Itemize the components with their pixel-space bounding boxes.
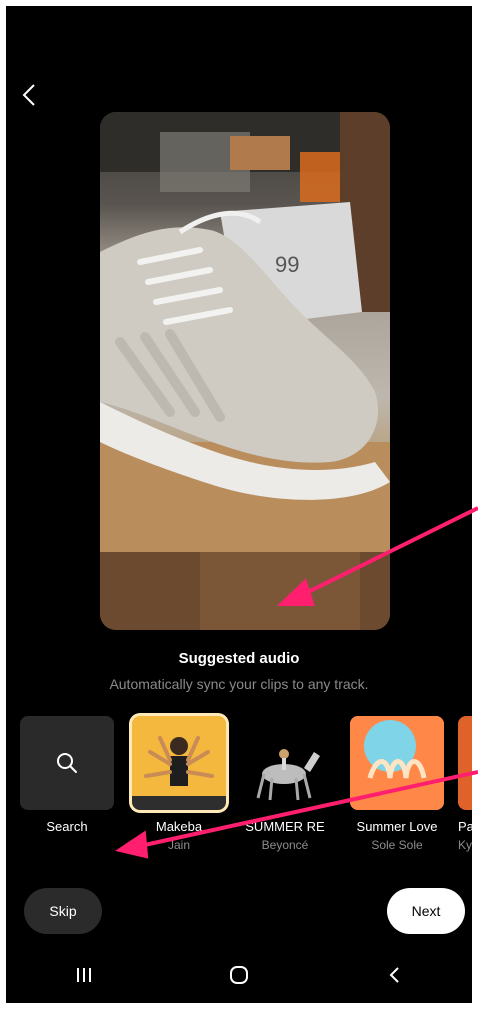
album-art — [350, 716, 444, 810]
track-artist: Sole Sole — [371, 838, 423, 852]
suggested-audio-subtitle: Automatically sync your clips to any tra… — [109, 676, 369, 692]
track-name: Makeba — [155, 819, 203, 834]
home-button[interactable] — [209, 955, 269, 995]
search-tile[interactable] — [20, 716, 114, 810]
track-summer-re[interactable]: SUMMER RE Beyoncé — [238, 716, 332, 852]
app-screen: 99 Suggested audio Automatically sync yo… — [6, 6, 472, 1003]
track-search[interactable]: Search — [20, 716, 114, 834]
svg-text:99: 99 — [275, 252, 299, 277]
track-artist: Jain — [167, 838, 190, 852]
search-icon — [57, 753, 77, 773]
track-carousel[interactable]: Search Makeba Jain SUMMER RE Beyoncé Sum… — [20, 716, 472, 866]
track-name: Search — [46, 819, 88, 834]
album-art — [238, 716, 332, 810]
system-back-button[interactable] — [364, 955, 424, 995]
skip-button[interactable]: Skip — [24, 888, 102, 934]
track-name: Summer Love — [356, 819, 438, 834]
recent-apps-button[interactable] — [54, 955, 114, 995]
track-name: SUMMER RE — [245, 819, 325, 834]
track-summer-love[interactable]: Summer Love Sole Sole — [350, 716, 444, 852]
album-art — [458, 716, 472, 810]
track-makeba[interactable]: Makeba Jain — [132, 716, 226, 852]
album-art — [132, 716, 226, 810]
sneaker-image: 99 — [100, 112, 390, 630]
system-nav-bar — [6, 946, 472, 1003]
recent-apps-icon — [76, 967, 91, 982]
chevron-left-icon — [22, 84, 35, 106]
track-name: Pad — [458, 819, 472, 834]
home-icon — [229, 965, 248, 984]
next-button[interactable]: Next — [387, 888, 465, 934]
back-nav-icon — [389, 966, 400, 983]
track-partial[interactable]: Pad Kyli — [458, 716, 472, 852]
suggested-audio-title: Suggested audio — [178, 650, 300, 667]
video-preview: 99 — [100, 112, 390, 630]
back-button[interactable] — [14, 78, 44, 112]
track-artist: Kyli — [458, 838, 472, 852]
track-artist: Beyoncé — [261, 838, 309, 852]
